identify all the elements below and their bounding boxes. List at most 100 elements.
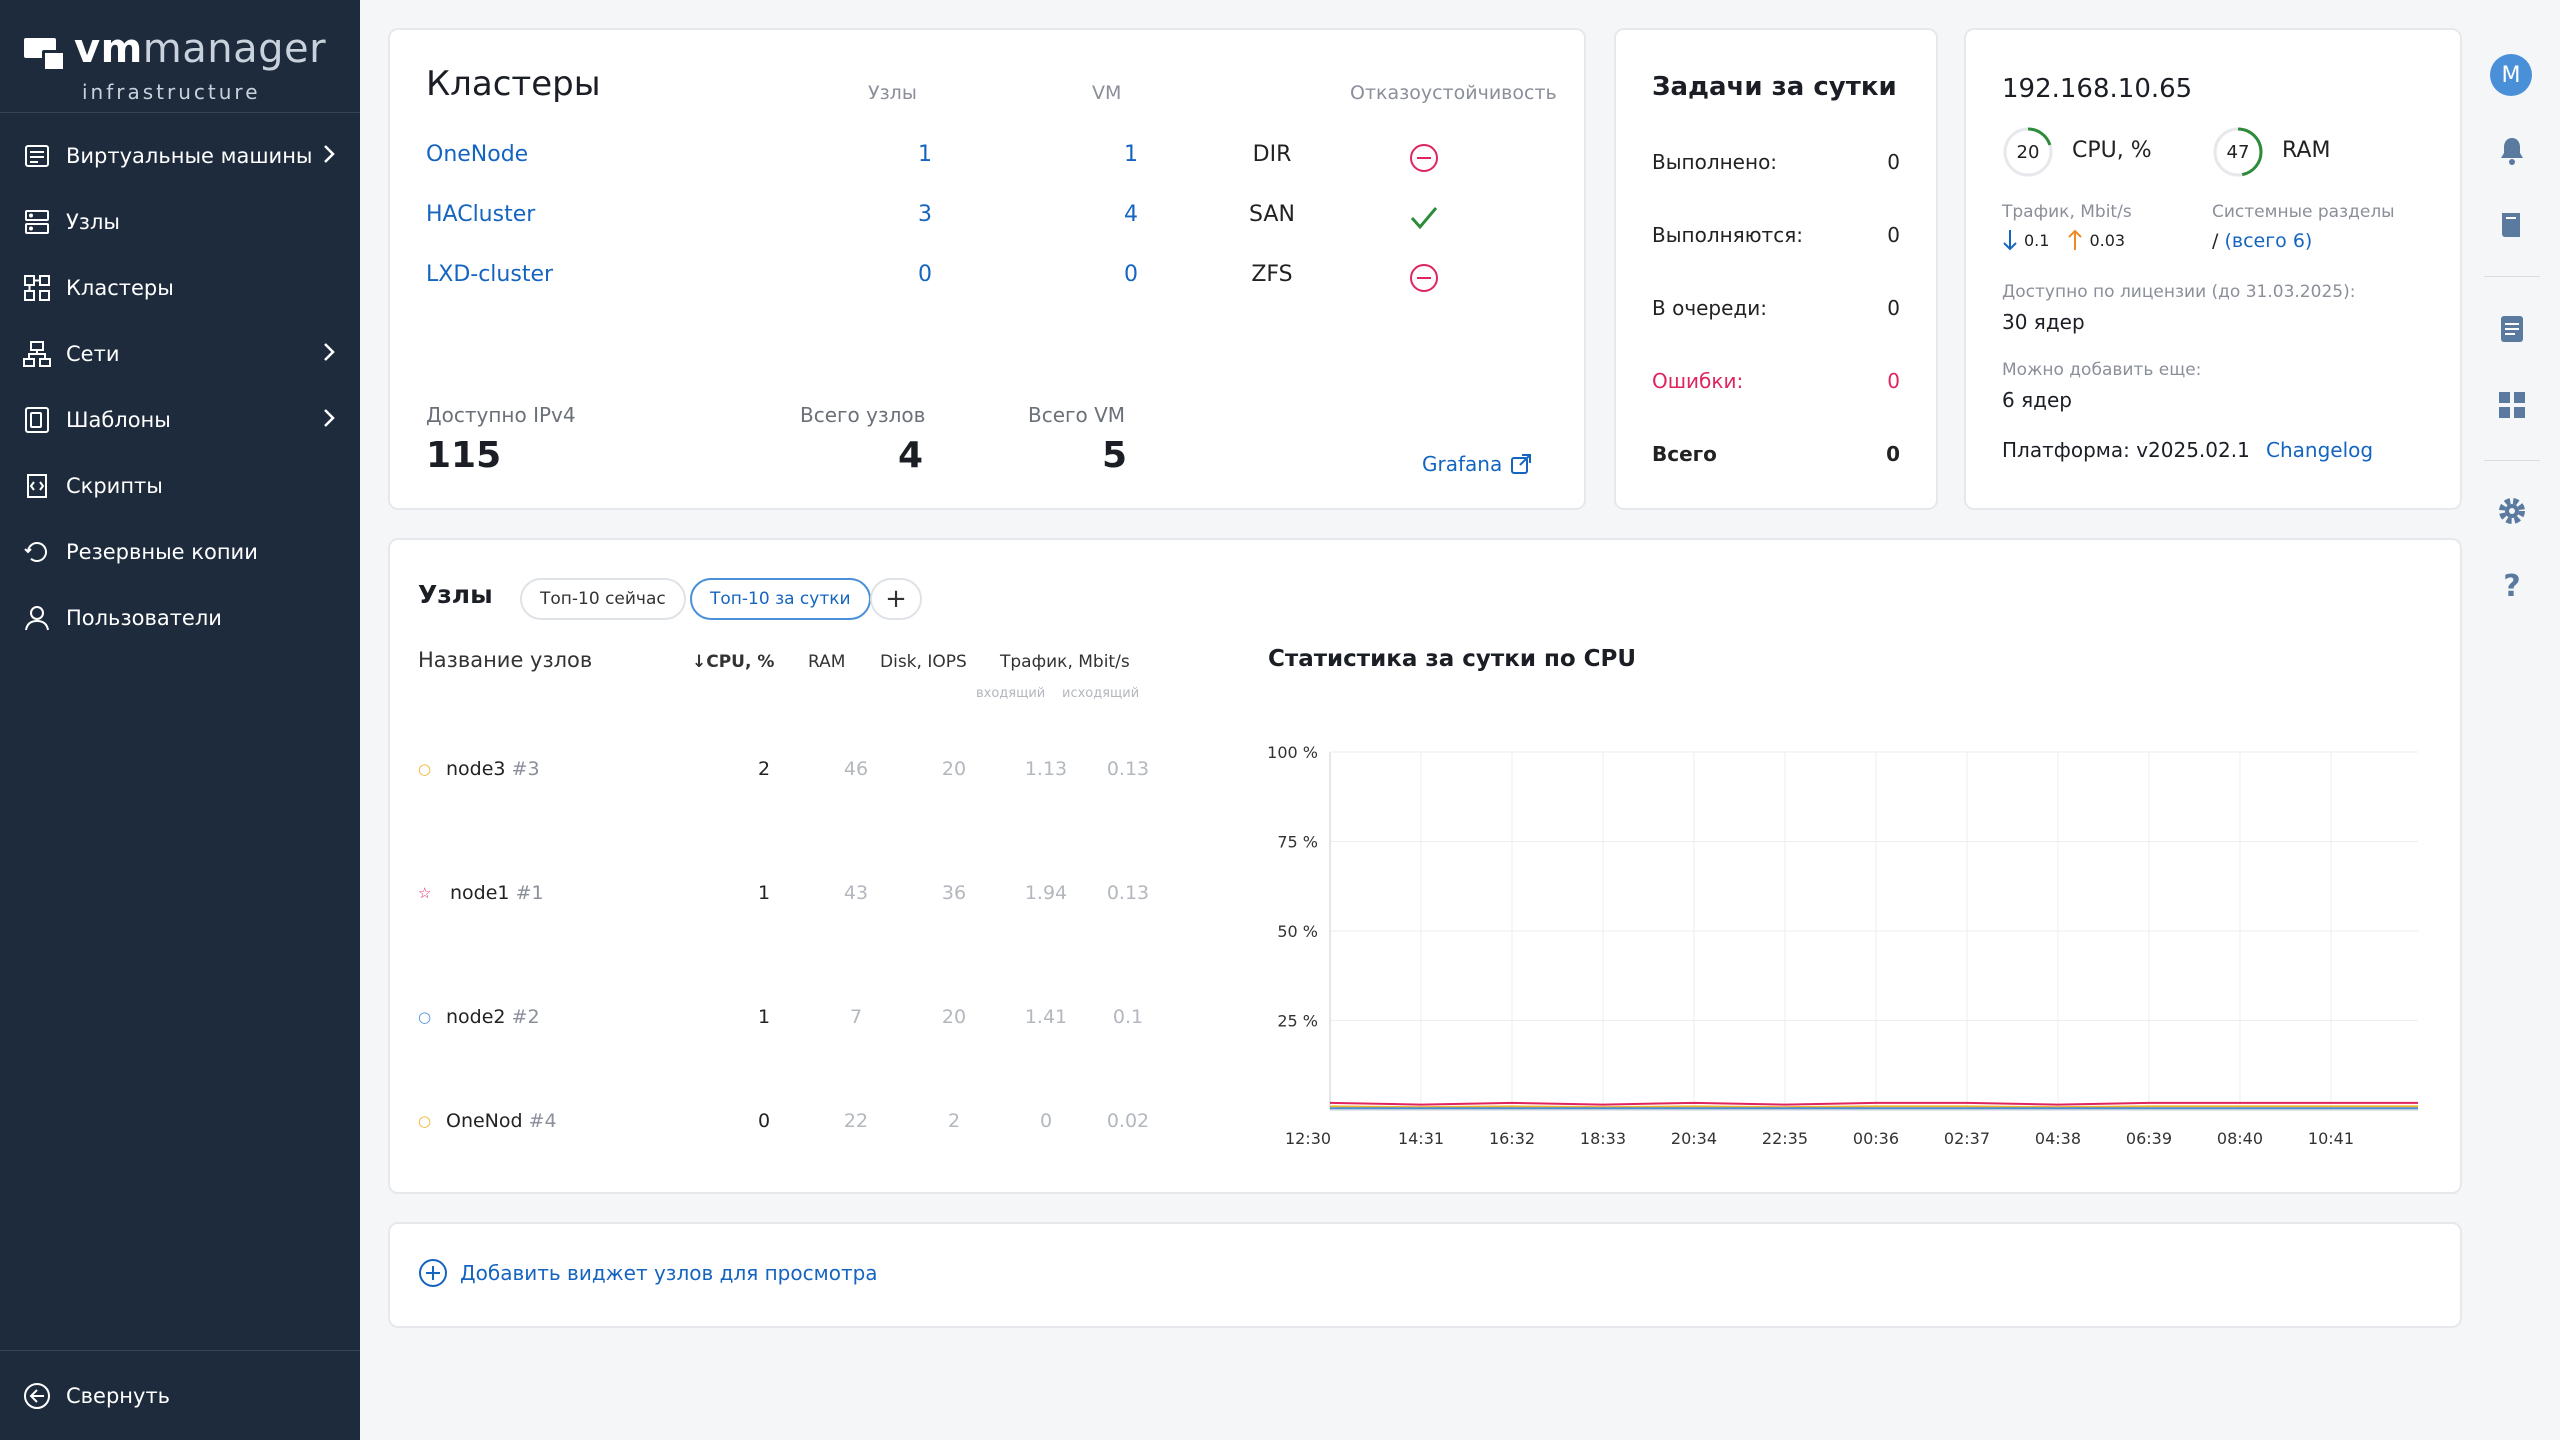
tasks-row-errors: Ошибки: 0 [1652, 369, 1900, 393]
col-disk-header[interactable]: Disk, IOPS [880, 652, 967, 672]
partitions-link[interactable]: (всего 6) [2224, 230, 2312, 252]
x-tick-label: 22:35 [1762, 1129, 1808, 1148]
x-tick-label: 18:33 [1580, 1129, 1626, 1148]
x-tick-label: 10:41 [2308, 1129, 2354, 1148]
y-tick-label: 75 % [1277, 833, 1318, 852]
total-nodes-value: 4 [898, 435, 924, 476]
node-name: node1 #1 [450, 882, 544, 904]
sidebar-item-label: Узлы [66, 210, 120, 234]
traffic-values: 0.1 0.03 [2002, 228, 2125, 252]
cluster-row[interactable]: HACluster 3 4 SAN [390, 202, 1580, 238]
node-cpu: 1 [757, 1006, 771, 1028]
x-tick-label: 04:38 [2035, 1129, 2081, 1148]
clusters-card: Кластеры Узлы VM Отказоустойчивость OneN… [388, 28, 1586, 510]
series-line-2 [1329, 1105, 2418, 1109]
dashboard-icon[interactable] [2495, 388, 2529, 422]
node-name: node2 #2 [446, 1006, 540, 1028]
add-tab-button[interactable]: + [870, 578, 922, 620]
partitions-values: / (всего 6) [2212, 230, 2313, 252]
tasks-card: Задачи за сутки Выполнено: 0 Выполняются:… [1614, 28, 1938, 510]
cluster-row[interactable]: LXD-cluster 0 0 ZFS [390, 262, 1580, 298]
clusters-icon [24, 275, 50, 301]
node-row[interactable]: ○ OneNod #4 0 22 2 0 0.02 [418, 1110, 1178, 1140]
gear-icon[interactable] [2495, 494, 2529, 528]
log-icon[interactable] [2495, 312, 2529, 346]
cluster-vm-link[interactable]: 0 [1098, 262, 1138, 287]
node-info-card: 192.168.10.65 20 CPU, % 47 RAM Трафик, M… [1964, 28, 2462, 510]
traffic-label: Трафик, Mbit/s [2002, 202, 2132, 222]
cluster-name-link[interactable]: HACluster [426, 202, 535, 227]
node-traffic-in: 1.94 [1024, 882, 1068, 904]
node-ram: 46 [843, 758, 869, 780]
total-nodes-label: Всего узлов [800, 403, 926, 427]
node-traffic-in: 1.41 [1024, 1006, 1068, 1028]
cluster-name-link[interactable]: OneNode [426, 142, 528, 167]
node-ram: 22 [843, 1110, 869, 1132]
license-value: 30 ядер [2002, 310, 2085, 334]
sidebar-item-users[interactable]: Пользователи [0, 585, 360, 651]
col-nodes-header: Узлы [868, 82, 917, 104]
tab-top10-day[interactable]: Топ-10 за сутки [690, 578, 871, 620]
col-cpu-header[interactable]: ↓CPU, % [692, 652, 774, 672]
sidebar-item-backups[interactable]: Резервные копии [0, 519, 360, 585]
node-ram: 43 [843, 882, 869, 904]
ipv4-label: Доступно IPv4 [426, 403, 576, 427]
cluster-nodes-link[interactable]: 0 [892, 262, 932, 287]
sidebar-item-scripts[interactable]: Скрипты [0, 453, 360, 519]
sidebar-nav: Виртуальные машины Узлы Кластеры Сети Ша… [0, 123, 360, 651]
col-ha-header: Отказоустойчивость [1350, 82, 1557, 104]
tab-top10-now[interactable]: Топ-10 сейчас [520, 578, 686, 620]
x-tick-label: 06:39 [2126, 1129, 2172, 1148]
node-traffic-in: 0 [1039, 1110, 1053, 1132]
changelog-link[interactable]: Changelog [2266, 438, 2373, 462]
ha-disabled-icon [1410, 144, 1438, 172]
vm-icon [25, 145, 49, 167]
cpu-chart: 100 % 75 % 50 % 25 % 12:30 14:31 16:32 18:33 20:… [1268, 743, 2418, 1148]
cpu-gauge: 20 [2003, 127, 2053, 177]
logo[interactable]: vmmanager infrastructure [0, 0, 360, 113]
sidebar-item-templates[interactable]: Шаблоны [0, 387, 360, 453]
cluster-vm-link[interactable]: 4 [1098, 202, 1138, 227]
tasks-row-done: Выполнено: 0 [1652, 150, 1900, 174]
col-name-header: Название узлов [418, 648, 593, 672]
col-ram-header[interactable]: RAM [808, 652, 845, 672]
node-cpu: 0 [757, 1110, 771, 1132]
node-row[interactable]: ○ node3 #3 2 46 20 1.13 0.13 [418, 758, 1178, 788]
collapse-icon [24, 1382, 50, 1409]
node-disk: 2 [947, 1110, 961, 1132]
plus-icon: + [885, 584, 907, 614]
sidebar-item-nodes[interactable]: Узлы [0, 189, 360, 255]
cluster-row[interactable]: OneNode 1 1 DIR [390, 142, 1580, 178]
x-tick-label: 14:31 [1398, 1129, 1444, 1148]
avatar[interactable]: M [2490, 54, 2532, 96]
cluster-vm-link[interactable]: 1 [1098, 142, 1138, 167]
sidebar-item-clusters[interactable]: Кластеры [0, 255, 360, 321]
book-icon[interactable] [2495, 208, 2529, 242]
cluster-storage: SAN [1249, 202, 1295, 227]
tasks-row-running: Выполняются: 0 [1652, 223, 1900, 247]
check-icon [1410, 207, 1438, 230]
svg-text:20: 20 [2017, 142, 2040, 163]
bell-icon[interactable] [2495, 134, 2529, 168]
collapse-label: Свернуть [66, 1383, 171, 1408]
x-tick-label: 20:34 [1671, 1129, 1717, 1148]
cluster-storage: ZFS [1251, 262, 1293, 287]
sidebar-item-vms[interactable]: Виртуальные машины [0, 123, 360, 189]
node-disk: 20 [941, 1006, 967, 1028]
cluster-nodes-link[interactable]: 3 [892, 202, 932, 227]
grafana-link[interactable]: Grafana [1422, 452, 1532, 476]
help-icon[interactable]: ? [2495, 568, 2529, 602]
cluster-name-link[interactable]: LXD-cluster [426, 262, 553, 287]
series-line-1 [1329, 1101, 2418, 1106]
external-link-icon [1511, 454, 1532, 474]
node-row[interactable]: ☆ node1 #1 1 43 36 1.94 0.13 [418, 882, 1178, 912]
add-widget-button[interactable]: Добавить виджет узлов для просмотра [418, 1258, 878, 1288]
sidebar-item-networks[interactable]: Сети [0, 321, 360, 387]
cluster-nodes-link[interactable]: 1 [892, 142, 932, 167]
x-tick-label: 02:37 [1944, 1129, 1990, 1148]
col-traffic-header[interactable]: Трафик, Mbit/s [1000, 652, 1130, 672]
collapse-button[interactable]: Свернуть [0, 1350, 360, 1440]
node-row[interactable]: ○ node2 #2 1 7 20 1.41 0.1 [418, 1006, 1178, 1036]
rail-divider [2484, 276, 2540, 277]
sidebar-item-label: Резервные копии [66, 540, 258, 564]
